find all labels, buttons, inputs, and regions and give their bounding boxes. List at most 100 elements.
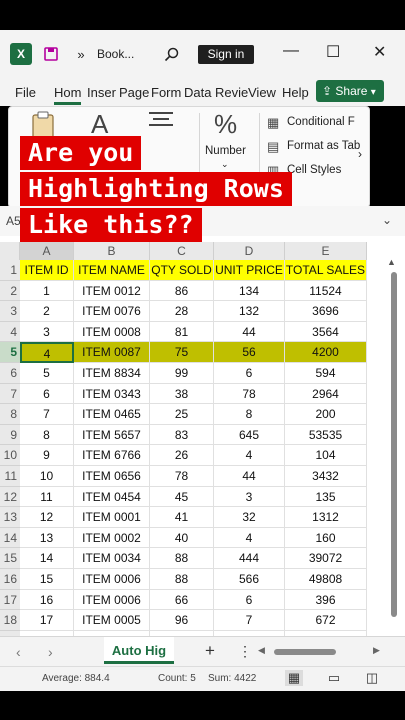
table-cell[interactable]: 26 (150, 445, 214, 466)
table-cell[interactable]: 17 (20, 610, 74, 631)
table-cell[interactable]: 7 (20, 404, 74, 425)
table-cell[interactable]: 96 (150, 610, 214, 631)
table-cell[interactable]: ITEM 5657 (74, 424, 150, 446)
conditional-formatting-icon[interactable]: ▦ (267, 115, 279, 131)
sign-in-button[interactable]: Sign in (198, 45, 254, 64)
table-cell[interactable]: 672 (285, 610, 367, 631)
table-cell[interactable]: 7 (214, 610, 285, 631)
row-header[interactable]: 16 (0, 569, 20, 590)
table-header-cell[interactable]: UNIT PRICE (214, 260, 285, 281)
table-cell[interactable]: 88 (150, 548, 214, 569)
worksheet-grid[interactable]: ABCDE1234567891011121314151617181920ITEM… (0, 236, 405, 672)
table-cell[interactable]: 3564 (285, 321, 367, 343)
close-button[interactable]: ✕ (373, 42, 386, 62)
table-cell[interactable]: 1 (20, 280, 74, 302)
table-cell[interactable]: 39072 (285, 548, 367, 569)
previous-sheet-icon[interactable]: ‹ (16, 644, 21, 660)
row-header[interactable]: 17 (0, 589, 20, 611)
table-cell[interactable]: 49808 (285, 569, 367, 590)
table-cell[interactable]: ITEM 0454 (74, 486, 150, 508)
scroll-left-icon[interactable]: ◀ (258, 645, 265, 656)
table-cell[interactable]: ITEM 6766 (74, 445, 150, 466)
table-cell[interactable]: 444 (214, 548, 285, 569)
table-cell[interactable]: 2 (20, 301, 74, 322)
more-commands-icon[interactable]: » (70, 43, 92, 65)
share-button[interactable]: ⇪ Share ▾ (316, 80, 384, 102)
page-break-view-icon[interactable]: ◫ (363, 670, 381, 686)
table-header-cell[interactable]: ITEM NAME (74, 260, 150, 281)
table-cell[interactable]: ITEM 0034 (74, 548, 150, 569)
row-header[interactable]: 2 (0, 280, 20, 302)
table-cell[interactable]: 3696 (285, 301, 367, 322)
table-cell[interactable]: ITEM 0087 (74, 342, 150, 363)
table-cell[interactable]: 11524 (285, 280, 367, 302)
table-cell[interactable]: 134 (214, 280, 285, 302)
table-header-cell[interactable]: ITEM ID (20, 260, 74, 281)
number-group-label[interactable]: Number (205, 145, 246, 157)
row-header[interactable]: 7 (0, 383, 20, 405)
tab-page-layout[interactable]: Page (119, 85, 149, 100)
table-cell[interactable]: 396 (285, 589, 367, 611)
horizontal-scroll-thumb[interactable] (274, 649, 336, 655)
percent-icon[interactable]: % (214, 109, 237, 140)
row-header[interactable]: 11 (0, 466, 20, 487)
table-cell[interactable]: 41 (150, 507, 214, 528)
table-cell[interactable]: 44 (214, 321, 285, 343)
row-header[interactable]: 5 (0, 342, 20, 363)
table-cell[interactable]: ITEM 0006 (74, 569, 150, 590)
row-header[interactable]: 9 (0, 424, 20, 446)
table-cell[interactable]: 83 (150, 424, 214, 446)
table-cell[interactable]: ITEM 0001 (74, 507, 150, 528)
table-cell[interactable]: 8 (214, 404, 285, 425)
table-cell[interactable]: ITEM 0343 (74, 383, 150, 405)
table-cell[interactable]: 66 (150, 589, 214, 611)
add-sheet-button[interactable]: + (205, 641, 215, 661)
table-cell[interactable]: 6 (214, 589, 285, 611)
table-cell[interactable]: 3 (20, 321, 74, 343)
table-cell[interactable]: 4 (214, 527, 285, 549)
table-cell[interactable]: ITEM 0008 (74, 321, 150, 343)
tab-home[interactable]: Hom (54, 85, 82, 105)
tab-review[interactable]: Revie (215, 85, 248, 100)
table-cell[interactable]: 12 (20, 507, 74, 528)
table-cell[interactable]: 45 (150, 486, 214, 508)
alignment-icon[interactable] (147, 109, 175, 140)
row-header[interactable]: 3 (0, 301, 20, 322)
table-cell[interactable]: 594 (285, 363, 367, 384)
table-cell[interactable]: 81 (150, 321, 214, 343)
table-cell[interactable]: 9 (20, 445, 74, 466)
column-header-a[interactable]: A (20, 242, 74, 260)
table-cell[interactable]: 40 (150, 527, 214, 549)
table-cell[interactable]: 38 (150, 383, 214, 405)
table-cell[interactable]: 78 (150, 466, 214, 487)
table-cell[interactable]: ITEM 0012 (74, 280, 150, 302)
select-all-corner[interactable] (0, 242, 20, 260)
row-header[interactable]: 8 (0, 404, 20, 425)
table-cell[interactable]: 2964 (285, 383, 367, 405)
search-icon[interactable] (160, 43, 182, 65)
scroll-up-icon[interactable]: ▲ (387, 257, 396, 267)
tab-help[interactable]: Help (282, 85, 309, 100)
conditional-formatting-button[interactable]: Conditional F (287, 116, 355, 128)
table-cell[interactable]: 78 (214, 383, 285, 405)
table-cell[interactable]: 10 (20, 466, 74, 487)
row-header[interactable]: 13 (0, 507, 20, 528)
row-header[interactable]: 14 (0, 527, 20, 549)
table-cell[interactable]: 25 (150, 404, 214, 425)
save-icon[interactable] (40, 43, 62, 65)
table-cell[interactable]: 86 (150, 280, 214, 302)
table-cell[interactable]: 132 (214, 301, 285, 322)
sheet-tab-auto-highlight[interactable]: Auto Hig (104, 637, 174, 664)
number-dropdown-icon[interactable]: ⌄ (221, 159, 229, 170)
format-as-table-button[interactable]: Format as Tab (287, 140, 360, 152)
table-cell[interactable]: 15 (20, 569, 74, 590)
table-cell[interactable]: 104 (285, 445, 367, 466)
tab-insert[interactable]: Inser (87, 85, 116, 100)
table-cell[interactable]: 88 (150, 569, 214, 590)
page-layout-view-icon[interactable]: ▭ (325, 670, 343, 686)
table-cell[interactable]: 99 (150, 363, 214, 384)
table-cell[interactable]: ITEM 0005 (74, 610, 150, 631)
table-cell[interactable]: 8 (20, 424, 74, 446)
row-header[interactable]: 15 (0, 548, 20, 569)
table-cell[interactable]: ITEM 0656 (74, 466, 150, 487)
